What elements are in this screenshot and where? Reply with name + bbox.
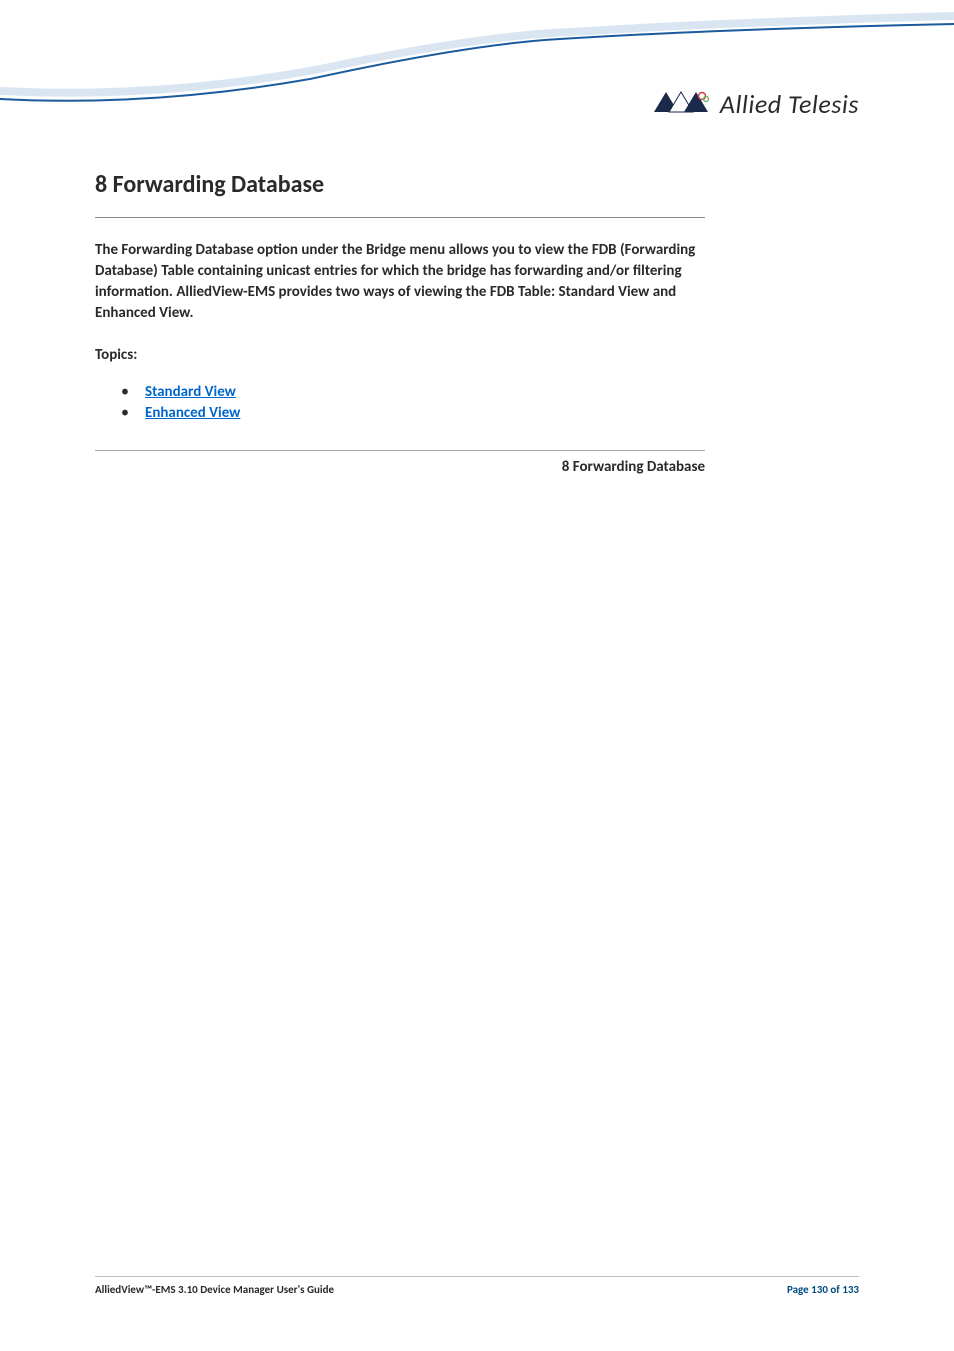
topics-label: Topics: [95,346,859,364]
footer-guide-name: AlliedView™-EMS 3.10 Device Manager User… [95,1283,334,1296]
page-header: Allied Telesis [0,0,954,115]
footer-row: AlliedView™-EMS 3.10 Device Manager User… [95,1283,859,1296]
section-breadcrumb-text: 8 Forwarding Database [562,458,705,476]
section-intro: The Forwarding Database option under the… [95,240,715,324]
section-breadcrumb: 8 Forwarding Database [95,450,705,476]
list-item: Enhanced View [145,403,859,422]
topics-list: Standard View Enhanced View [95,382,859,422]
brand-container: Allied Telesis [652,88,859,115]
topic-link-enhanced-view[interactable]: Enhanced View [145,404,240,422]
footer-divider [95,1276,859,1277]
list-item: Standard View [145,382,859,401]
section-divider [95,217,705,218]
footer-page-info: Page 130 of 133 [787,1283,859,1296]
brand-name: Allied Telesis [720,88,859,115]
section-title: 8 Forwarding Database [95,170,859,199]
content-area: 8 Forwarding Database The Forwarding Dat… [0,115,954,476]
page-footer: AlliedView™-EMS 3.10 Device Manager User… [95,1276,859,1296]
brand-logo-icon [652,90,712,116]
topic-link-standard-view[interactable]: Standard View [145,383,236,401]
